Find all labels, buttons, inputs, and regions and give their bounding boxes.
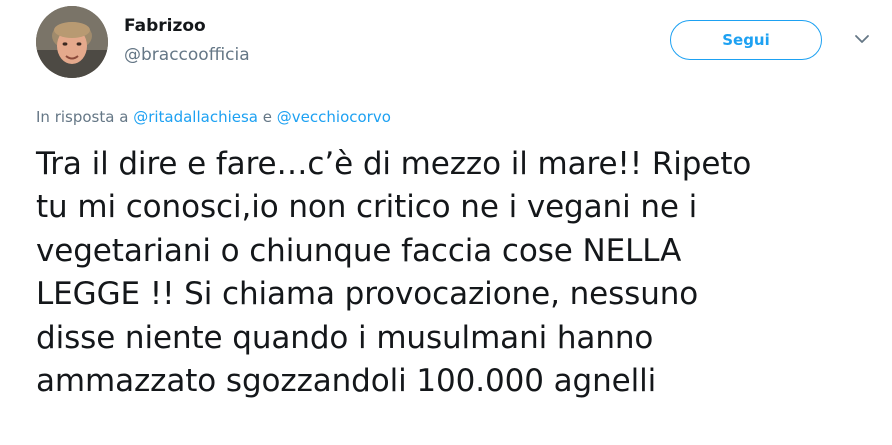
tweet-text-line: vegetariani o chiunque faccia cose NELLA — [36, 232, 682, 269]
tweet-text-line: tu mi conosci,io non critico ne i vegani… — [36, 189, 698, 226]
avatar[interactable] — [36, 6, 108, 78]
reply-context: In risposta a @ritadallachiesa e @vecchi… — [36, 107, 391, 127]
mention-link[interactable]: @vecchiocorvo — [277, 108, 391, 126]
tweet-text-line: ammazzato sgozzandoli 100.000 agnelli — [36, 363, 657, 400]
tweet-text: Tra il dire e fare…c’è di mezzo il mare!… — [36, 143, 866, 403]
tweet-text-line: disse niente quando i musulmani hanno — [36, 319, 654, 356]
reply-prefix: In risposta a — [36, 108, 129, 126]
avatar-photo — [36, 6, 108, 78]
tweet-text-line: Tra il dire e fare…c’è di mezzo il mare!… — [36, 146, 752, 182]
user-handle[interactable]: @braccoofficia — [124, 45, 250, 65]
follow-button[interactable]: Segui — [670, 20, 822, 60]
chevron-down-icon[interactable] — [850, 30, 874, 48]
mention-link[interactable]: @ritadallachiesa — [133, 108, 258, 126]
tweet-text-line: LEGGE !! Si chiama provocazione, nessuno — [36, 276, 699, 313]
tweet-card: Fabrizoo @braccoofficia Segui In rispost… — [0, 0, 892, 445]
reply-conjunction: e — [262, 108, 273, 126]
display-name[interactable]: Fabrizoo — [124, 16, 206, 36]
